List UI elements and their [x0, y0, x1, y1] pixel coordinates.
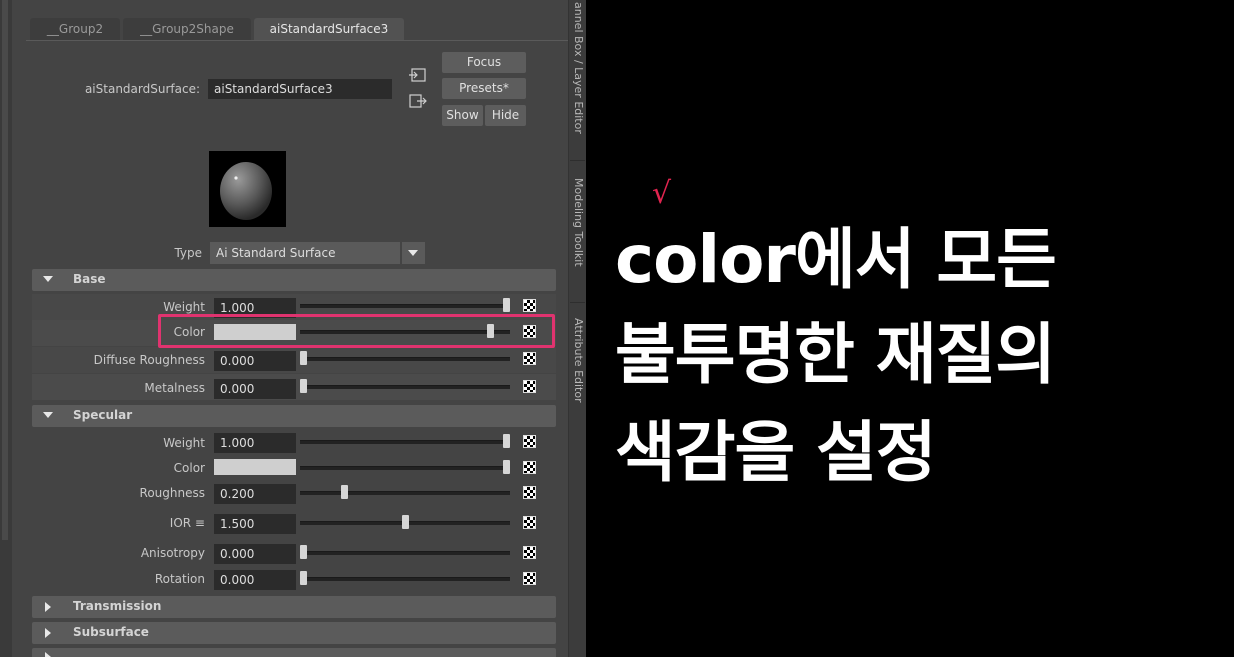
diffuse-roughness-field[interactable]: 0.000: [214, 351, 296, 371]
section-transmission[interactable]: Transmission: [32, 596, 556, 618]
vertical-tab-strip: annel Box / Layer Editor Modeling Toolki…: [568, 0, 586, 657]
tab-channel-box-layer-editor[interactable]: annel Box / Layer Editor: [570, 2, 585, 134]
show-button[interactable]: Show: [442, 105, 483, 126]
rotation-slider[interactable]: [300, 577, 510, 581]
metalness-slider[interactable]: [300, 385, 510, 389]
presets-button[interactable]: Presets*: [442, 78, 526, 99]
roughness-slider-handle[interactable]: [340, 485, 348, 499]
expand-arrow-icon: [43, 412, 53, 418]
metalness-field[interactable]: 0.000: [214, 379, 296, 399]
tab-group2[interactable]: __Group2: [30, 18, 120, 40]
roughness-slider[interactable]: [300, 491, 510, 495]
rotation-field[interactable]: 0.000: [214, 570, 296, 590]
rotation-slider-handle[interactable]: [300, 571, 307, 585]
ior-label: IOR ≡: [169, 516, 205, 530]
base-weight-slider[interactable]: [300, 304, 510, 308]
section-specular[interactable]: Specular: [32, 405, 556, 427]
anisotropy-field[interactable]: 0.000: [214, 544, 296, 564]
spec-weight-slider[interactable]: [300, 440, 510, 444]
expand-arrow-icon: [45, 602, 51, 612]
base-weight-label: Weight: [163, 300, 205, 314]
map-button-icon[interactable]: [523, 461, 536, 474]
metalness-slider-handle[interactable]: [300, 379, 307, 393]
expand-arrow-icon: [43, 276, 53, 282]
hide-button[interactable]: Hide: [485, 105, 526, 126]
map-button-icon[interactable]: [523, 299, 536, 312]
rotation-label: Rotation: [154, 572, 205, 586]
material-swatch-preview[interactable]: [209, 151, 286, 227]
tab-aistandardsurface3[interactable]: aiStandardSurface3: [254, 18, 404, 40]
tab-attribute-editor[interactable]: Attribute Editor: [570, 318, 585, 403]
node-label: aiStandardSurface:: [84, 82, 200, 96]
section-transmission-label: Transmission: [73, 599, 162, 613]
section-specular-label: Specular: [73, 408, 133, 422]
roughness-field[interactable]: 0.200: [214, 484, 296, 504]
map-button-icon[interactable]: [523, 516, 536, 529]
tab-modeling-toolkit[interactable]: Modeling Toolkit: [570, 178, 585, 267]
node-name-field[interactable]: aiStandardSurface3: [208, 79, 392, 99]
check-mark: √: [652, 176, 672, 211]
spec-weight-slider-handle[interactable]: [503, 434, 510, 448]
spec-weight-field[interactable]: 1.000: [214, 433, 296, 453]
attribute-editor-panel: __Group2 __Group2Shape aiStandardSurface…: [12, 0, 568, 657]
expand-arrow-icon: [45, 652, 51, 657]
anisotropy-slider-handle[interactable]: [300, 545, 307, 559]
section-coat[interactable]: [32, 648, 556, 657]
section-subsurface[interactable]: Subsurface: [32, 622, 556, 644]
diffuse-roughness-slider-handle[interactable]: [300, 351, 307, 365]
caption-line-2: 불투명한 재질의: [615, 316, 1056, 393]
map-button-icon[interactable]: [523, 546, 536, 559]
divider: [570, 302, 585, 303]
map-button-icon[interactable]: [523, 572, 536, 585]
anisotropy-slider[interactable]: [300, 551, 510, 555]
ior-field[interactable]: 1.500: [214, 514, 296, 534]
caption-line-1: color에서 모든: [615, 221, 1057, 298]
caption-line-3: 색감을 설정: [615, 414, 937, 491]
map-button-icon[interactable]: [523, 486, 536, 499]
input-connection-icon[interactable]: [409, 67, 427, 82]
ior-slider-handle[interactable]: [401, 515, 409, 529]
diffuse-roughness-slider[interactable]: [300, 357, 510, 361]
diffuse-roughness-label: Diffuse Roughness: [93, 353, 205, 367]
output-connection-icon[interactable]: [409, 93, 427, 108]
base-weight-slider-handle[interactable]: [503, 298, 510, 312]
spec-color-swatch[interactable]: [214, 459, 296, 475]
annotation-highlight-box: [158, 314, 555, 348]
section-subsurface-label: Subsurface: [73, 625, 149, 639]
map-button-icon[interactable]: [523, 435, 536, 448]
tab-group2shape[interactable]: __Group2Shape: [123, 18, 251, 40]
section-base[interactable]: Base: [32, 269, 556, 291]
anisotropy-label: Anisotropy: [140, 546, 205, 560]
scrollbar[interactable]: [2, 0, 8, 540]
chevron-down-icon: [408, 250, 418, 256]
spec-color-slider-handle[interactable]: [503, 460, 510, 474]
spec-color-slider[interactable]: [300, 466, 510, 470]
expand-arrow-icon: [45, 628, 51, 638]
focus-button[interactable]: Focus: [442, 52, 526, 73]
type-label: Type: [174, 246, 202, 260]
divider: [570, 160, 585, 161]
map-button-icon[interactable]: [523, 380, 536, 393]
roughness-label: Roughness: [139, 486, 205, 500]
map-button-icon[interactable]: [523, 352, 536, 365]
type-dropdown-toggle[interactable]: [401, 242, 425, 264]
spec-weight-label: Weight: [163, 436, 205, 450]
section-base-label: Base: [73, 272, 106, 286]
spec-color-label: Color: [173, 461, 205, 475]
tab-divider: [26, 40, 568, 41]
metalness-label: Metalness: [144, 381, 205, 395]
type-dropdown[interactable]: Ai Standard Surface: [210, 242, 400, 264]
